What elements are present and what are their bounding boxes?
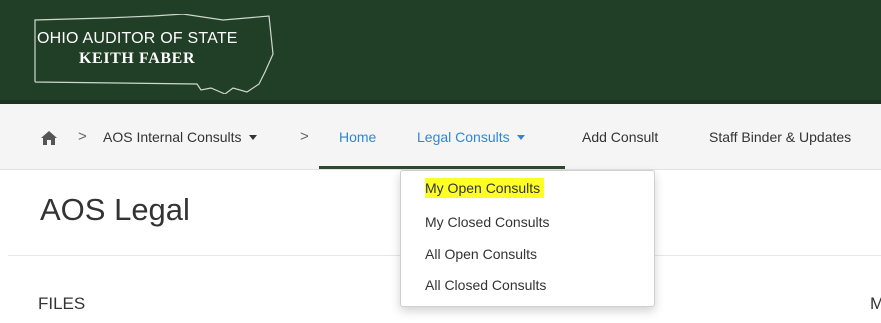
menu-item-all-open-consults[interactable]: All Open Consults bbox=[425, 245, 537, 263]
menu-item-label: All Closed Consults bbox=[425, 277, 547, 293]
nav-add-consult[interactable]: Add Consult bbox=[582, 104, 658, 170]
chevron-down-icon bbox=[516, 134, 525, 140]
files-section-label: FILES bbox=[38, 294, 86, 313]
nav-legal-consults-dropdown[interactable]: Legal Consults bbox=[417, 104, 525, 170]
menu-item-my-closed-consults[interactable]: My Closed Consults bbox=[425, 213, 550, 231]
site-header: OHIO AUDITOR OF STATE KEITH FABER bbox=[0, 0, 881, 104]
ohio-auditor-logo[interactable]: OHIO AUDITOR OF STATE KEITH FABER bbox=[33, 14, 283, 94]
nav-home[interactable]: Home bbox=[339, 104, 376, 170]
menu-item-label: My Closed Consults bbox=[425, 214, 550, 230]
page-title: AOS Legal bbox=[40, 192, 190, 227]
nav-legal-consults-label: Legal Consults bbox=[417, 129, 510, 145]
menu-item-my-open-consults[interactable]: My Open Consults bbox=[425, 178, 545, 198]
menu-item-all-closed-consults[interactable]: All Closed Consults bbox=[425, 276, 546, 294]
menu-item-label: My Open Consults bbox=[425, 178, 545, 198]
breadcrumb-site-label: AOS Internal Consults bbox=[103, 129, 242, 145]
cut-off-section-label: M bbox=[870, 294, 881, 313]
breadcrumb-site-dropdown[interactable]: AOS Internal Consults bbox=[103, 104, 257, 170]
legal-consults-dropdown-menu: My Open Consults My Closed Consults All … bbox=[400, 170, 655, 307]
nav-staff-binder[interactable]: Staff Binder & Updates bbox=[709, 104, 851, 170]
chevron-down-icon bbox=[248, 134, 257, 140]
nav-home-label: Home bbox=[339, 129, 377, 145]
nav-add-consult-label: Add Consult bbox=[582, 129, 659, 145]
menu-item-label: All Open Consults bbox=[425, 246, 538, 262]
logo-title: OHIO AUDITOR OF STATE bbox=[37, 30, 238, 47]
nav-staff-binder-label: Staff Binder & Updates bbox=[709, 129, 852, 145]
logo-name: KEITH FABER bbox=[79, 50, 196, 67]
breadcrumb-separator-icon: > bbox=[300, 128, 309, 145]
breadcrumb-separator-icon: > bbox=[78, 128, 87, 145]
top-navbar: > AOS Internal Consults > Home Legal Con… bbox=[0, 104, 881, 170]
active-nav-underline bbox=[319, 166, 565, 169]
home-icon[interactable] bbox=[40, 130, 58, 146]
